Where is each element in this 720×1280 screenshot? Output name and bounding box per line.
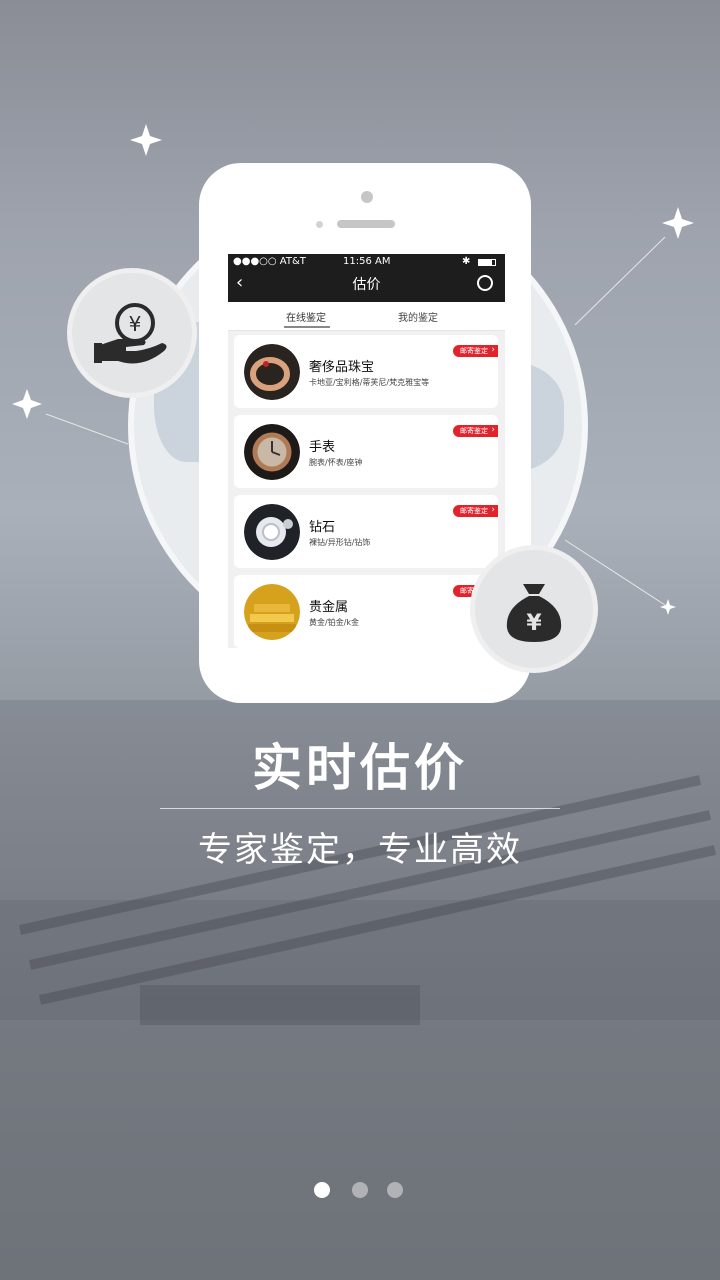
mail-appraisal-badge[interactable]: 邮寄鉴定 <box>453 424 498 437</box>
tab-online-appraisal[interactable]: 在线鉴定 <box>286 309 326 324</box>
status-bar: ●●●○○ AT&T 11:56 AM ✱ <box>228 256 505 270</box>
phone-sensor <box>316 221 323 228</box>
svg-text:¥: ¥ <box>129 312 142 336</box>
category-card-diamond[interactable]: 钻石 裸钻/异形钻/钻饰 邮寄鉴定 <box>234 495 498 568</box>
connector-line <box>574 236 666 326</box>
category-card-watch[interactable]: 手表 腕表/怀表/座钟 邮寄鉴定 <box>234 415 498 488</box>
mail-appraisal-badge[interactable]: 邮寄鉴定 <box>453 504 498 517</box>
category-card-precious-metal[interactable]: 贵金属 黄金/铂金/k金 邮寄鉴定 <box>234 575 498 648</box>
battery-icon <box>478 259 496 266</box>
watch-icon <box>244 424 300 480</box>
category-title: 钻石 <box>309 520 336 535</box>
phone-screen: ●●●○○ AT&T 11:56 AM ✱ ‹ 估价 在线鉴定 我的鉴定 奢侈品… <box>228 254 505 648</box>
category-subtitle: 腕表/怀表/座钟 <box>309 458 363 467</box>
status-time: 11:56 AM <box>343 256 391 267</box>
mail-appraisal-badge[interactable]: 邮寄鉴定 <box>453 344 498 357</box>
side-circle-right: ¥ <box>470 545 598 673</box>
customer-service-icon[interactable] <box>477 275 493 291</box>
svg-text:¥: ¥ <box>526 611 542 636</box>
navigation-bar: ●●●○○ AT&T 11:56 AM ✱ ‹ 估价 <box>228 254 505 302</box>
phone-speaker <box>337 220 395 228</box>
page-indicator[interactable] <box>312 1182 412 1202</box>
category-title: 奢侈品珠宝 <box>309 360 375 375</box>
diamond-icon <box>244 504 300 560</box>
yen-hand-icon: ¥ <box>94 303 167 364</box>
side-circle-left: ¥ <box>67 268 197 398</box>
page-dot[interactable] <box>314 1182 330 1198</box>
category-subtitle: 卡地亚/宝利格/蒂芙尼/梵克雅宝等 <box>309 378 430 387</box>
category-title: 手表 <box>309 440 336 455</box>
page-dot[interactable] <box>352 1182 368 1198</box>
gold-bar-icon <box>244 584 300 640</box>
carrier-label: ●●●○○ AT&T <box>233 256 306 267</box>
tab-bar: 在线鉴定 我的鉴定 <box>228 302 505 331</box>
phone-camera <box>361 191 373 203</box>
ring-icon <box>244 344 300 400</box>
bluetooth-icon: ✱ <box>462 256 471 267</box>
tab-indicator <box>284 326 330 328</box>
connector-line <box>45 413 129 445</box>
category-card-jewelry[interactable]: 奢侈品珠宝 卡地亚/宝利格/蒂芙尼/梵克雅宝等 邮寄鉴定 <box>234 335 498 408</box>
feature-headline: 实时估价 <box>252 739 468 797</box>
feature-subline: 专家鉴定，专业高效 <box>198 830 522 870</box>
headline-divider <box>160 808 560 809</box>
category-subtitle: 裸钻/异形钻/钻饰 <box>309 538 371 547</box>
category-subtitle: 黄金/铂金/k金 <box>309 618 360 627</box>
page-title: 估价 <box>352 277 381 293</box>
money-bag-icon: ¥ <box>506 584 562 642</box>
page-dot[interactable] <box>387 1182 403 1198</box>
category-title: 贵金属 <box>309 600 349 615</box>
tab-my-appraisal[interactable]: 我的鉴定 <box>398 309 438 324</box>
